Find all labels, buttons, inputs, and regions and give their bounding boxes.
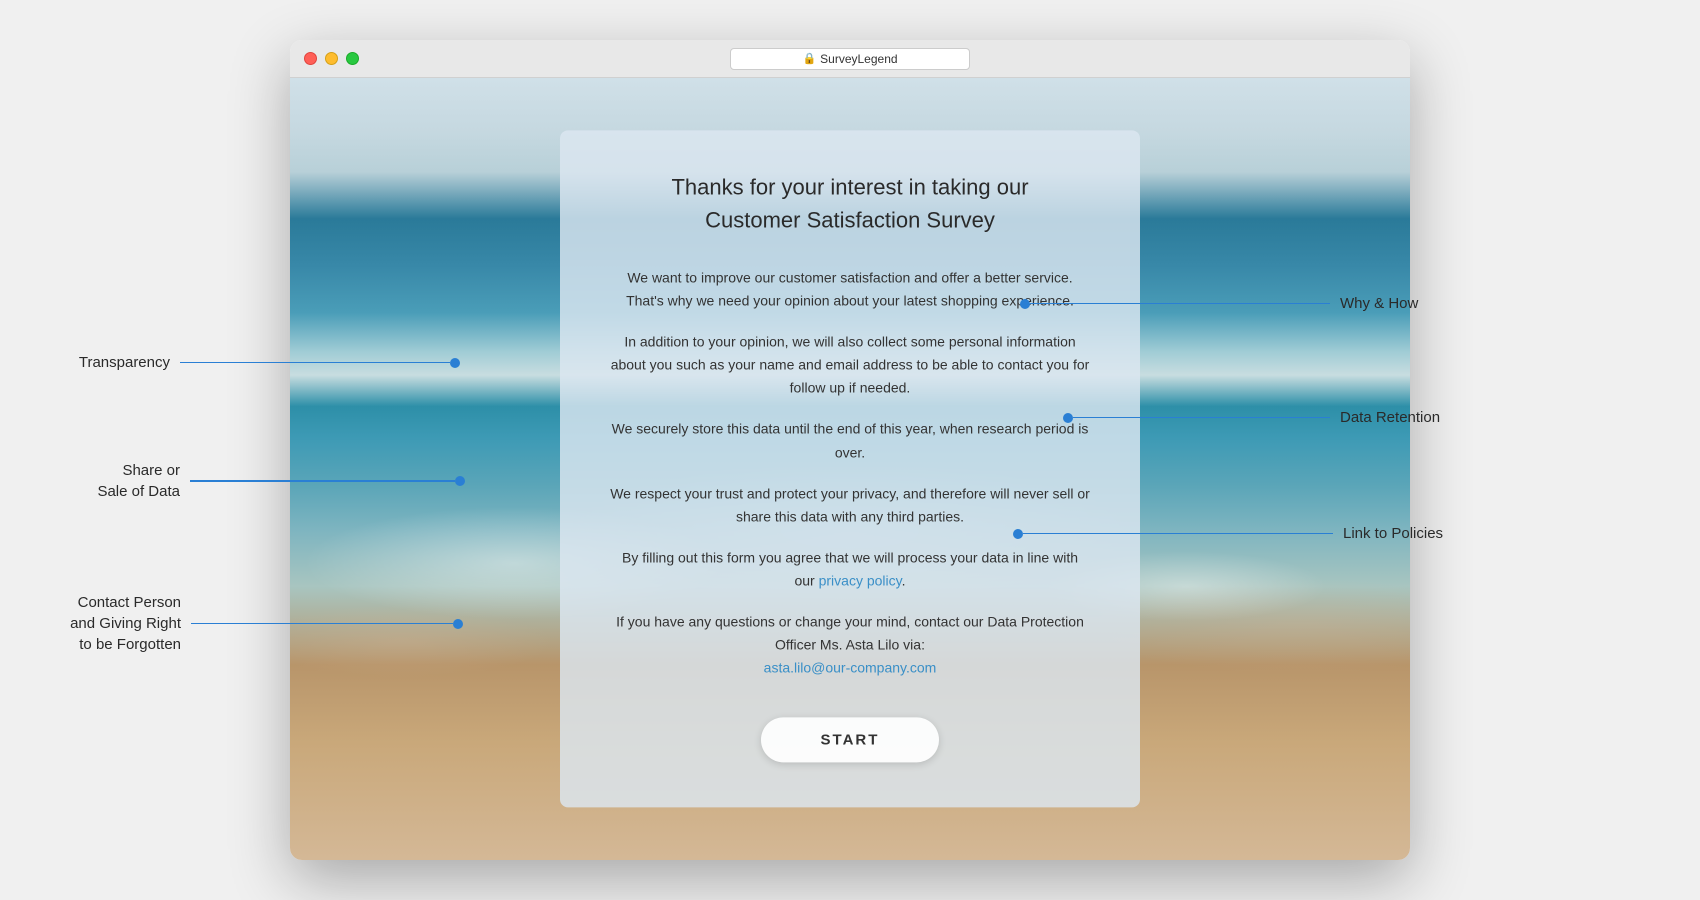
paragraph-link-policies: By filling out this form you agree that … [610, 546, 1090, 592]
close-button[interactable] [304, 52, 317, 65]
annotation-contact-person-label-container: Contact Person and Giving Right to be Fo… [70, 592, 181, 655]
minimize-button[interactable] [325, 52, 338, 65]
maximize-button[interactable] [346, 52, 359, 65]
address-bar[interactable]: 🔒 SurveyLegend [730, 48, 970, 70]
annotation-contact-label2: and Giving Right [70, 613, 181, 634]
annotation-share-sale-label-container: Share or Sale of Data [97, 460, 180, 502]
traffic-lights [304, 52, 359, 65]
paragraph-contact: If you have any questions or change your… [610, 610, 1090, 679]
url-text: SurveyLegend [820, 52, 897, 66]
annotation-contact-label3: to be Forgotten [70, 634, 181, 655]
start-button[interactable]: START [761, 718, 940, 763]
email-link[interactable]: asta.lilo@our-company.com [764, 660, 937, 676]
title-line1: Thanks for your interest in taking our [671, 174, 1028, 199]
annotation-share-sale-label1: Share or [97, 460, 180, 481]
outer-wrapper: 🔒 SurveyLegend Thanks for your interest … [0, 0, 1700, 900]
annotation-contact-label1: Contact Person [70, 592, 181, 613]
paragraph-share-sale: We respect your trust and protect your p… [610, 482, 1090, 528]
mac-window: 🔒 SurveyLegend Thanks for your interest … [290, 40, 1410, 860]
annotation-transparency-label: Transparency [79, 352, 170, 373]
paragraph6-before: If you have any questions or change your… [616, 613, 1084, 652]
title-bar: 🔒 SurveyLegend [290, 40, 1410, 78]
title-line2: Customer Satisfaction Survey [705, 207, 995, 232]
paragraph-data-retention: We securely store this data until the en… [610, 418, 1090, 464]
privacy-policy-link[interactable]: privacy policy [819, 572, 902, 588]
paragraph-transparency: In addition to your opinion, we will als… [610, 331, 1090, 400]
lock-icon: 🔒 [802, 52, 816, 65]
paragraph5-after: . [902, 572, 906, 588]
annotation-share-sale-label2: Sale of Data [97, 481, 180, 502]
survey-card: Thanks for your interest in taking our C… [560, 130, 1140, 807]
survey-title: Thanks for your interest in taking our C… [610, 170, 1090, 236]
browser-content: Thanks for your interest in taking our C… [290, 78, 1410, 860]
paragraph-why-how: We want to improve our customer satisfac… [610, 266, 1090, 312]
